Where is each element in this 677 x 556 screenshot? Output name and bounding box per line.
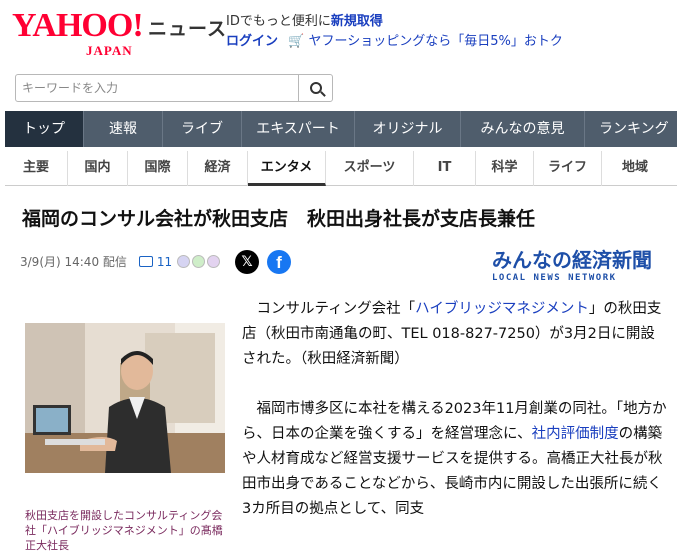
comment-icon[interactable] [138,256,153,267]
cat-tab-main[interactable]: 主要 [5,151,68,186]
paragraph-1: コンサルティング会社「ハイブリッジマネジメント」の秋田支店（秋田市南通亀の町、T… [242,297,667,372]
share-facebook-icon[interactable]: f [267,250,291,274]
main-nav: トップ 速報 ライブ エキスパート オリジナル みんなの意見 ランキング [5,111,677,147]
source-tagline: LOCAL NEWS NETWORK [492,273,617,283]
promo-area: IDでもっと便利に新規取得 ログイン 🛒 ヤフーショッピングなら「毎日5%」おト… [226,12,563,52]
search-icon [309,82,322,94]
paragraph-text: コンサルティング会社「 [256,301,416,317]
article-photo[interactable] [25,323,225,473]
article-body: コンサルティング会社「ハイブリッジマネジメント」の秋田支店（秋田市南通亀の町、T… [242,297,667,547]
reaction-face-icon [177,255,191,268]
search-input[interactable] [16,75,298,101]
cat-tab-domestic[interactable]: 国内 [68,151,128,186]
cat-tab-region[interactable]: 地域 [602,151,668,186]
source-logo[interactable]: みんなの経済新聞 LOCAL NEWS NETWORK [492,244,652,283]
photo-caption: 秋田支店を開設したコンサルティング会社「ハイブリッジマネジメント」の髙橋正大社長 [25,509,223,552]
nav-tab-ranking[interactable]: ランキング [585,111,677,147]
photo-illustration [25,323,225,473]
cat-tab-entertainment[interactable]: エンタメ [248,151,326,186]
shopping-promo-link[interactable]: ヤフーショッピングなら「毎日5%」おトク [308,34,562,49]
article-meta: 3/9(月) 14:40 配信 11 [20,253,222,270]
cat-tab-international[interactable]: 国際 [128,151,188,186]
cat-tab-life[interactable]: ライフ [534,151,602,186]
cat-tab-economy[interactable]: 経済 [188,151,248,186]
publish-datetime: 3/9(月) 14:40 配信 [20,255,127,269]
article-title: 福岡のコンサル会社が秋田支店 秋田出身社長が支店長兼任 [22,208,536,230]
reaction-faces[interactable] [177,255,222,268]
cart-icon: 🛒 [288,34,305,49]
evaluation-system-link[interactable]: 社内評価制度 [532,426,619,442]
nav-tab-live[interactable]: ライブ [163,111,242,147]
yahoo-japan-logo[interactable]: YAHOO! JAPAN [12,7,144,59]
signup-link[interactable]: 新規取得 [331,14,383,29]
login-link[interactable]: ログイン [226,34,278,49]
company-link[interactable]: ハイブリッジマネジメント [415,301,589,317]
reaction-face-icon [207,255,221,268]
cat-tab-sports[interactable]: スポーツ [326,151,414,186]
share-x-icon[interactable]: 𝕏 [235,250,259,274]
category-nav: 主要 国内 国際 経済 エンタメ スポーツ IT 科学 ライフ 地域 [5,150,677,186]
search-box [15,74,333,102]
source-name: みんなの経済新聞 [492,248,652,272]
comment-count[interactable]: 11 [157,255,172,269]
reaction-face-icon [192,255,206,268]
cat-tab-science[interactable]: 科学 [476,151,534,186]
nav-tab-expert[interactable]: エキスパート [242,111,355,147]
search-button[interactable] [298,75,332,101]
nav-tab-opinions[interactable]: みんなの意見 [461,111,585,147]
nav-tab-breaking[interactable]: 速報 [84,111,163,147]
paragraph-2: 福岡市博多区に本社を構える2023年11月創業の同社。「地方から、日本の企業を強… [242,397,667,522]
nav-tab-original[interactable]: オリジナル [355,111,461,147]
site-header: YAHOO! JAPAN ニュース IDでもっと便利に新規取得 ログイン 🛒 ヤ… [0,0,677,64]
service-name[interactable]: ニュース [148,14,227,41]
cat-tab-it[interactable]: IT [414,151,476,186]
nav-tab-top[interactable]: トップ [5,111,84,147]
logo-wordmark: YAHOO! [12,7,144,44]
logo-japan: JAPAN [86,43,133,58]
promo-text: IDでもっと便利に [226,14,331,29]
